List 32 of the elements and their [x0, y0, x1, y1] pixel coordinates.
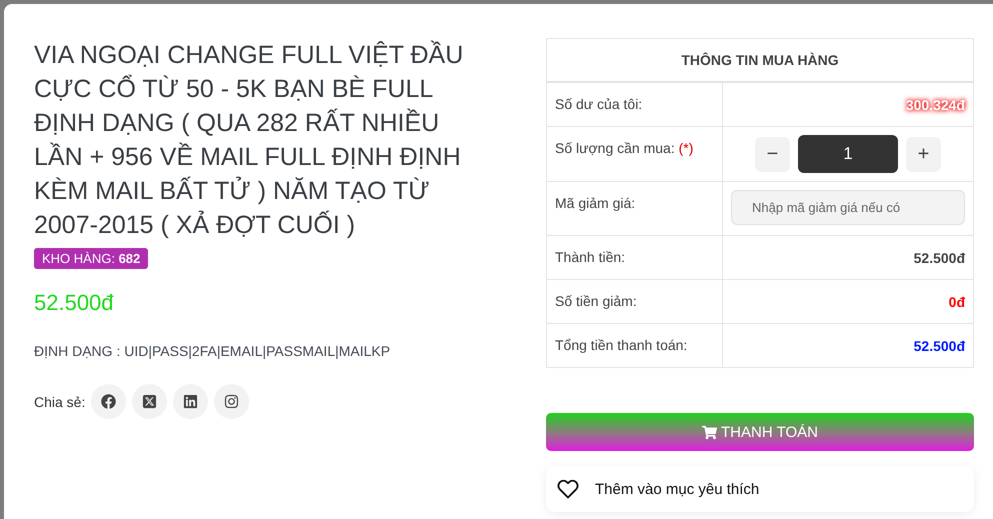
row-label: Thành tiền: [547, 236, 723, 279]
x-share-button[interactable] [132, 384, 168, 419]
row-label: Mã giảm giá: [547, 182, 723, 235]
coupon-field[interactable]: Nhập mã giảm giá nếu có [731, 190, 965, 225]
share-label: Chia sẻ: [34, 394, 86, 410]
quantity-field[interactable]: 1 [798, 135, 898, 173]
wishlist-button[interactable]: Thêm vào mục yêu thích [546, 466, 974, 512]
linkedin-icon [183, 394, 198, 409]
table-title: THÔNG TIN MUA HÀNG [547, 39, 973, 82]
row-label: Số dư của tôi: [547, 83, 723, 126]
amount-value: 52.500đ [914, 250, 965, 266]
heart-icon [557, 478, 579, 500]
facebook-icon [101, 394, 116, 409]
cart-icon [702, 424, 718, 440]
row-label: Số lượng cần mua: (*) [547, 127, 723, 181]
product-price: 52.500đ [34, 290, 114, 316]
row-label: Tổng tiền thanh toán: [547, 324, 723, 367]
facebook-share-button[interactable] [91, 384, 126, 419]
amount-value: 0đ [948, 294, 965, 310]
row-label: Số tiền giảm: [547, 280, 723, 323]
decrease-button[interactable]: − [755, 136, 790, 172]
increase-button[interactable]: + [906, 136, 941, 172]
linkedin-share-button[interactable] [173, 384, 208, 419]
checkout-button[interactable]: THANH TOÁN [546, 413, 974, 451]
stock-badge: KHO HÀNG: 682 [34, 248, 148, 269]
amount-value: 52.500đ [914, 338, 965, 354]
product-title: VIA NGOẠI CHANGE FULL VIỆT ĐẦU CỰC CỔ TỪ 50 - 5K BẠN BÈ FULL ĐỊNH DẠNG ( QUA 282 RẤT NHIỀU LẦN + 956 VỀ MAIL FULL ĐỊNH ĐỊNH KÈM MAIL BẤT TỬ ) NĂM TẠO TỪ 2007-2015 ( XẢ ĐỢT CUỐI ) [34, 40, 464, 241]
instagram-icon [224, 394, 240, 409]
instagram-share-button[interactable] [214, 384, 250, 419]
format-text: ĐỊNH DẠNG : UID|PASS|2FA|EMAIL|PASSMAIL|MAILKP [34, 343, 390, 359]
amount-value: 300.324đ [906, 96, 965, 112]
x-icon [142, 394, 158, 409]
